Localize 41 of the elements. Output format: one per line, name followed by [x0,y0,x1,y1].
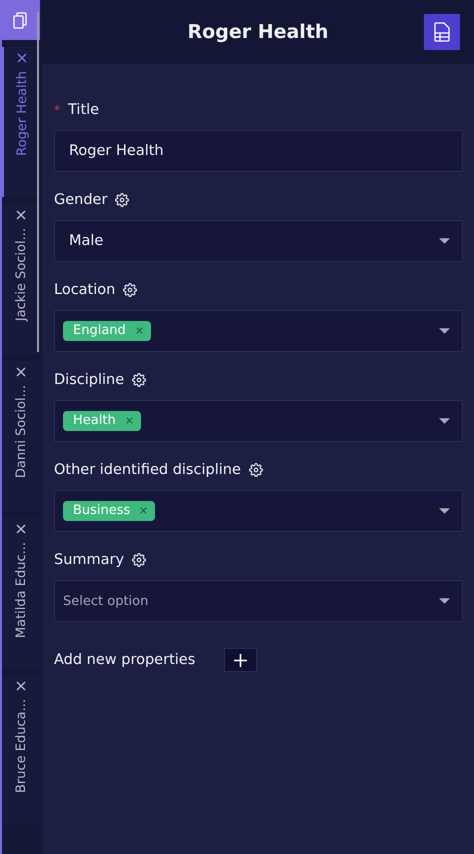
remove-icon[interactable] [136,327,143,334]
plus-icon [234,654,247,666]
gear-icon[interactable] [123,283,138,297]
record-tab[interactable]: Danni Sociol... [2,361,40,511]
caret-icon [439,238,450,244]
gear-icon[interactable] [248,463,263,477]
close-icon[interactable] [16,524,26,534]
remove-icon[interactable] [126,417,133,424]
copy-icon [13,12,27,28]
caret-icon [439,418,450,424]
record-tab[interactable]: Bruce Educa... [2,675,40,825]
field-label: Gender [54,192,108,208]
record-tab[interactable]: Roger Health [2,47,40,197]
add-properties-label: Add new properties [54,652,196,668]
gear-icon[interactable] [132,553,146,567]
record-tab[interactable]: Jackie Sociol... [2,204,40,354]
gear-icon[interactable] [132,373,146,387]
record-tab[interactable]: Matilda Educ... [2,518,40,668]
caret-icon [439,328,450,334]
text-field[interactable]: Roger Health [54,130,463,172]
required-mark: * [54,103,60,117]
remove-icon[interactable] [140,507,148,514]
document-icon [434,22,450,42]
field-label: Location [54,282,116,298]
close-icon[interactable] [17,53,27,63]
page-title: Roger Health [188,21,328,43]
field-label: Summary [54,552,124,568]
field-label: Title [68,102,100,118]
gear-icon[interactable] [115,193,130,207]
field-label: Other identified discipline [54,462,241,478]
add-button[interactable] [224,648,257,672]
field-label: Discipline [54,372,124,388]
sheet-button[interactable] [424,14,460,50]
select-field[interactable]: Male [54,220,463,262]
caret-icon [439,598,450,604]
close-icon[interactable] [16,367,26,377]
close-icon[interactable] [16,210,26,220]
select-field[interactable]: Select option [54,580,463,622]
caret-icon [439,508,450,514]
close-icon[interactable] [16,681,26,691]
copy-button[interactable] [0,0,40,40]
